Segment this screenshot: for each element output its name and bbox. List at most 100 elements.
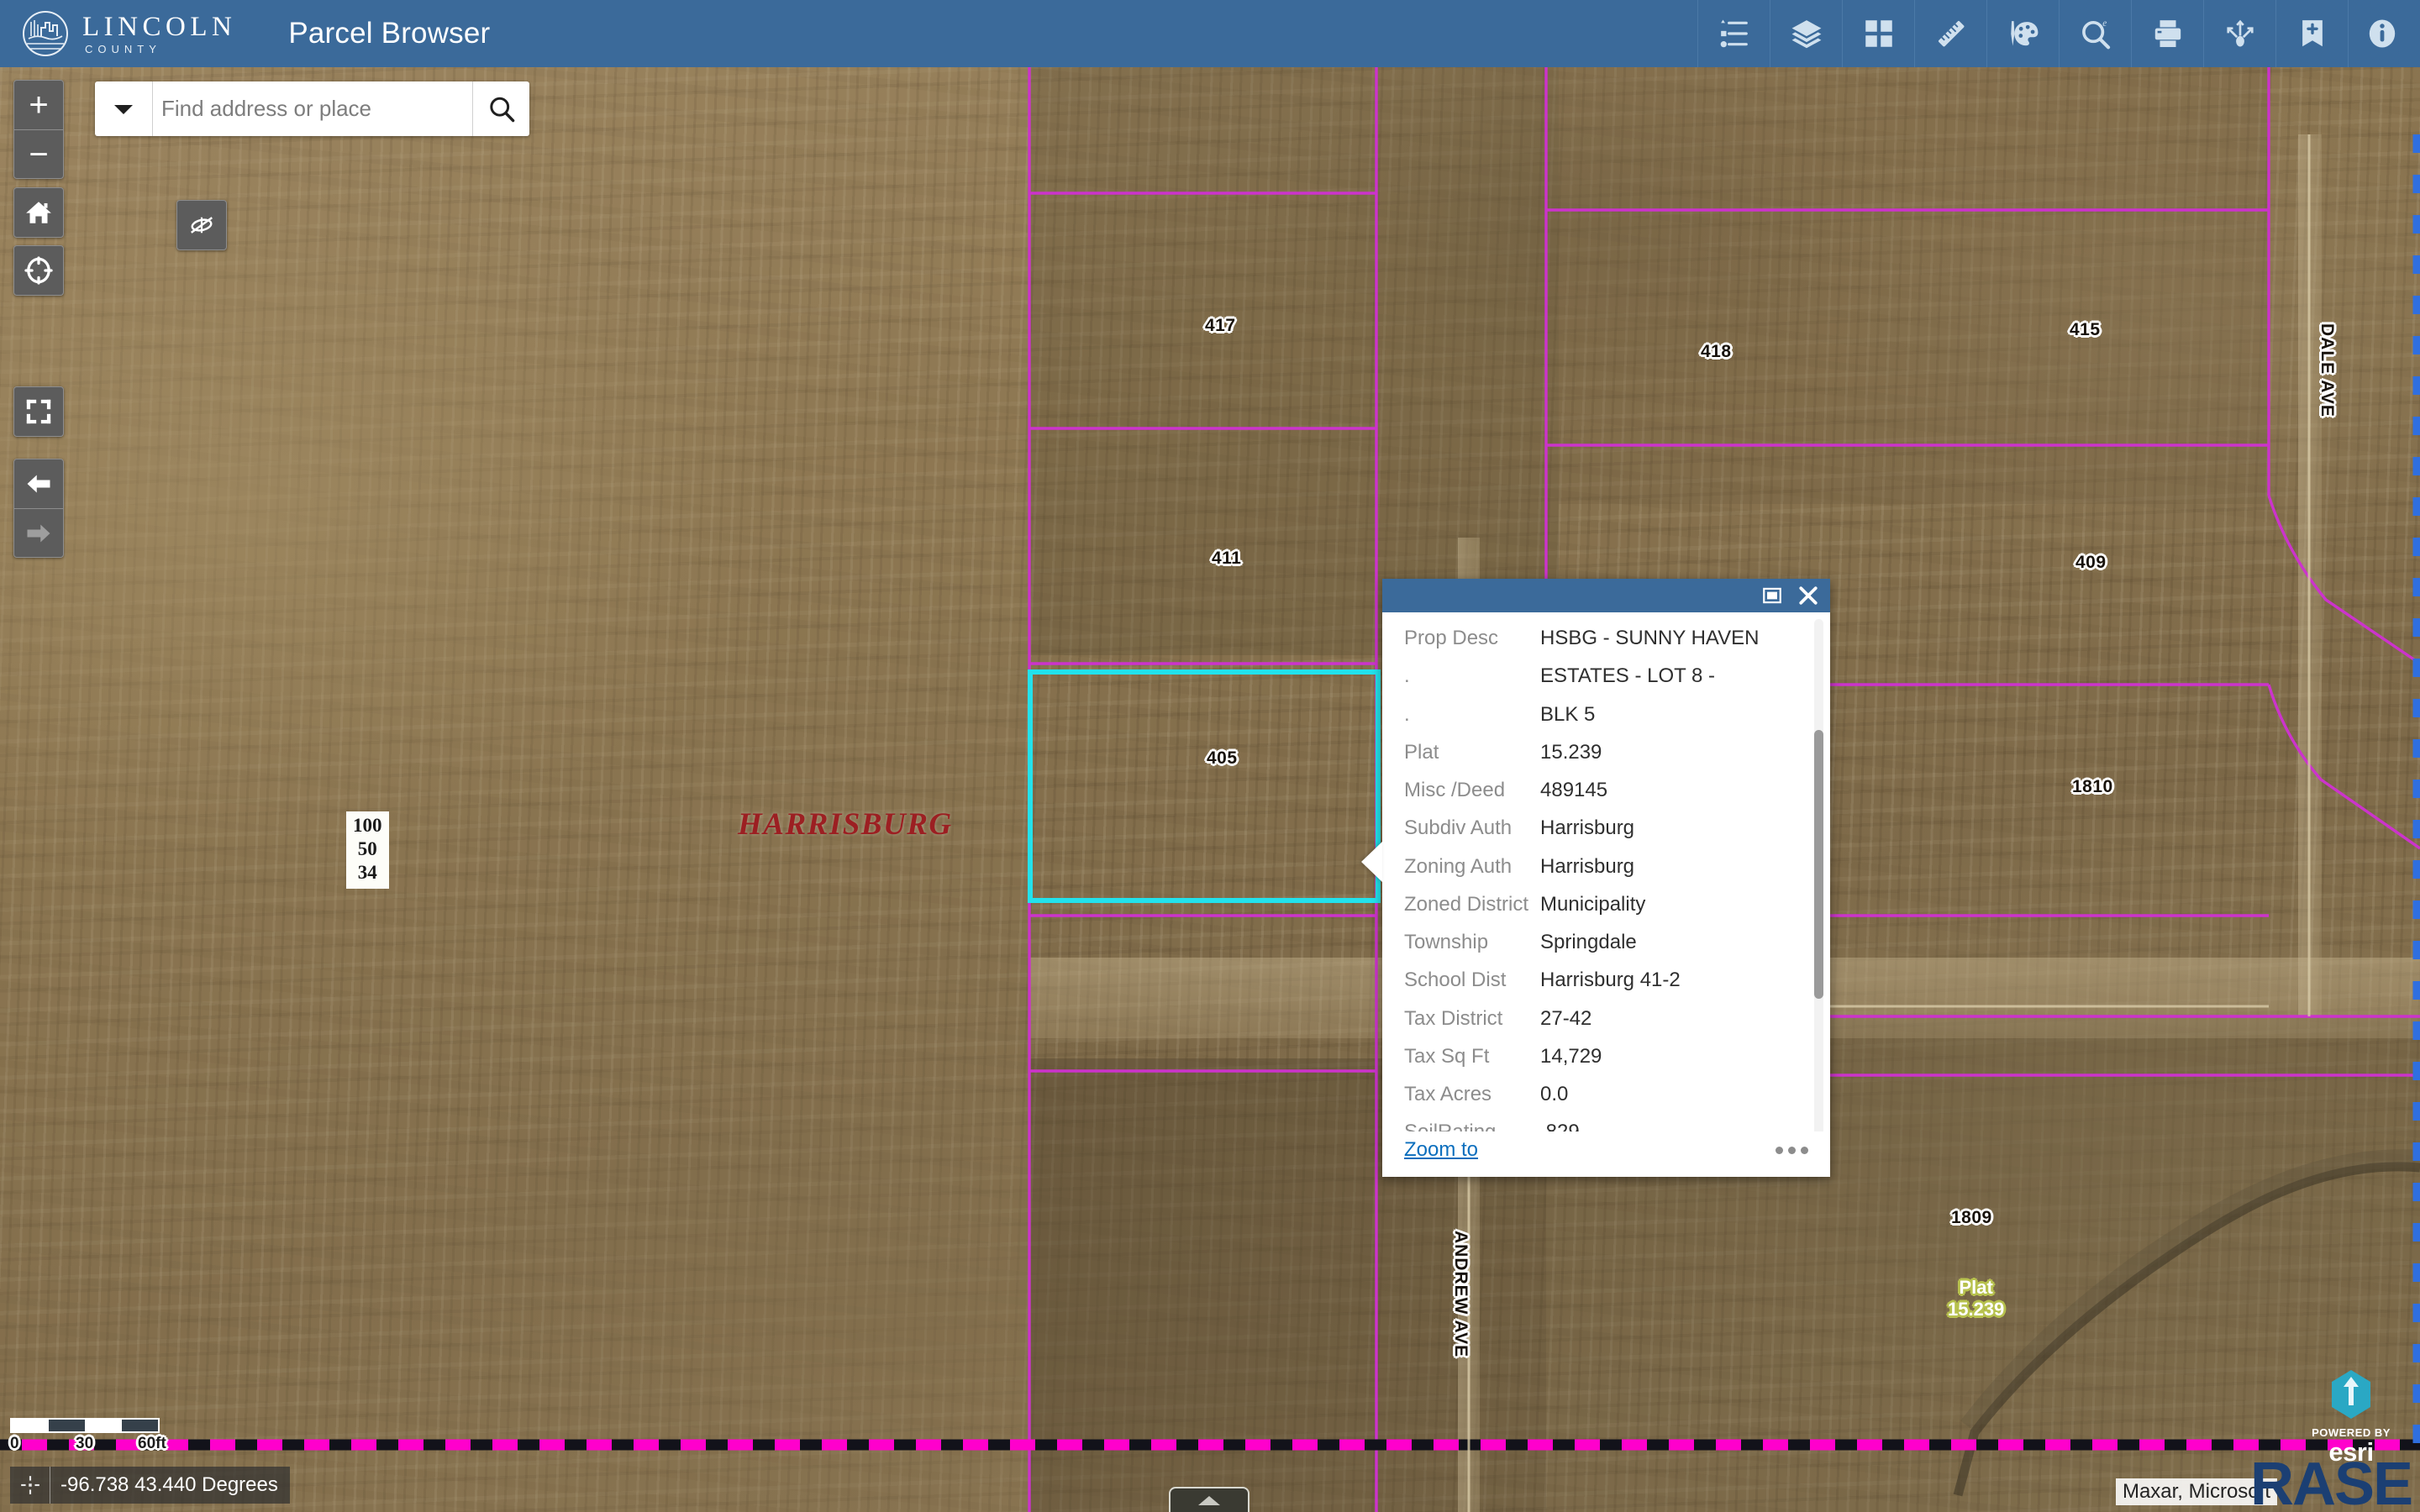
- bookmark-tool[interactable]: [2275, 0, 2348, 67]
- coordinate-widget[interactable]: -96.738 43.440 Degrees: [10, 1467, 290, 1504]
- city-limit-boundary: [0, 134, 2420, 1451]
- attribute-row: Prop Desc HSBG - SUNNY HAVEN: [1404, 626, 1805, 650]
- attribute-label: Subdiv Auth: [1404, 816, 1512, 840]
- legend-list-icon: [1720, 19, 1748, 48]
- info-tool[interactable]: [2348, 0, 2420, 67]
- parcel-vector-overlay: [0, 67, 2420, 1512]
- attribute-row: . BLK 5: [1404, 702, 1805, 727]
- header-toolbar: e: [1697, 0, 2420, 67]
- brand-name: LINCOLN: [82, 11, 237, 42]
- map-canvas[interactable]: 417 418 415 411 409 405 1810 1809 ANDREW AVE DAL…: [0, 67, 2420, 1512]
- popup-scrollbar[interactable]: [1814, 619, 1823, 1131]
- attribute-label: Township: [1404, 931, 1489, 954]
- attribute-value: Harrisburg: [1540, 816, 1635, 840]
- attribute-value: Harrisburg 41-2: [1540, 969, 1681, 992]
- brand: LINCOLN COUNTY: [0, 10, 236, 57]
- search-icon: [489, 97, 514, 122]
- full-extent-group: [13, 386, 64, 437]
- locate-button[interactable]: [14, 246, 63, 295]
- ellipsis-icon: [1788, 1146, 1796, 1154]
- bottom-panel-handle[interactable]: [1169, 1487, 1249, 1512]
- attribute-row: Township Springdale: [1404, 930, 1805, 954]
- attribute-value: 15.239: [1540, 740, 1602, 764]
- home-button[interactable]: [14, 188, 63, 237]
- attribute-label: Zoned District: [1404, 892, 1529, 916]
- attribute-label: Tax District: [1404, 1006, 1503, 1030]
- ruler-icon: [1938, 20, 1964, 47]
- popup-maximize-button[interactable]: [1761, 585, 1783, 606]
- plat-label: Plat 15.239: [1948, 1277, 2004, 1320]
- popup-close-button[interactable]: [1797, 584, 1820, 607]
- previous-extent-button[interactable]: [14, 459, 63, 508]
- zoom-control-group: + −: [13, 80, 64, 179]
- ellipsis-icon: [1776, 1146, 1783, 1154]
- layers-stack-icon: [1791, 20, 1821, 49]
- attribute-label: Prop Desc: [1404, 627, 1499, 649]
- zoom-out-button[interactable]: −: [14, 129, 63, 178]
- search-input[interactable]: [153, 81, 472, 136]
- print-tool[interactable]: [2131, 0, 2203, 67]
- popup-attribute-list: Prop Desc HSBG - SUNNY HAVEN. ESTATES - LO…: [1382, 626, 1830, 1131]
- popup-footer: Zoom to: [1382, 1131, 1830, 1177]
- parcel-info-popup[interactable]: Prop Desc HSBG - SUNNY HAVEN. ESTATES - LO…: [1361, 579, 1830, 1177]
- attribute-label: .: [1404, 702, 1410, 726]
- share-arrows-icon: [2226, 19, 2254, 47]
- measure-area-button[interactable]: [177, 201, 226, 249]
- popup-scroll-thumb[interactable]: [1814, 730, 1823, 999]
- search-submit-button[interactable]: [472, 81, 529, 136]
- creek-bank: [1960, 1149, 2420, 1432]
- attribute-row: Tax District 27-42: [1404, 1006, 1805, 1031]
- zoom-to-link[interactable]: Zoom to: [1404, 1138, 1478, 1162]
- arrow-right-icon: [27, 524, 50, 542]
- arrow-left-icon: [27, 475, 50, 493]
- chevron-up-icon: [1198, 1495, 1220, 1505]
- extent-history-group: [13, 459, 64, 558]
- info-circle-icon: [2369, 19, 2395, 48]
- attribute-value: 489145: [1540, 779, 1608, 802]
- attribute-label: Plat: [1404, 740, 1439, 764]
- full-extent-button[interactable]: [14, 387, 63, 436]
- zoom-in-label: +: [29, 87, 49, 123]
- attribute-row: School Dist Harrisburg 41-2: [1404, 968, 1805, 992]
- next-extent-button[interactable]: [14, 508, 63, 557]
- attribute-row: Tax Acres 0.0: [1404, 1082, 1805, 1106]
- page-title: Parcel Browser: [288, 17, 491, 50]
- search-source-selector[interactable]: [95, 81, 153, 136]
- attribute-label: .: [1404, 664, 1410, 688]
- attribute-label: Misc /Deed: [1404, 779, 1506, 802]
- popup-pointer: [1361, 842, 1382, 882]
- legend-tool[interactable]: [1697, 0, 1770, 67]
- popup-more-actions-button[interactable]: [1776, 1146, 1808, 1154]
- svg-text:e: e: [2102, 18, 2107, 29]
- attribute-row: Tax Sq Ft 14,729: [1404, 1044, 1805, 1068]
- attribute-row: Misc /Deed 489145: [1404, 778, 1805, 802]
- measure-tool[interactable]: [1914, 0, 1986, 67]
- measure-area-icon: [191, 217, 213, 234]
- share-tool[interactable]: [2203, 0, 2275, 67]
- popup-body: Prop Desc HSBG - SUNNY HAVEN. ESTATES - LO…: [1382, 612, 1830, 1131]
- attribute-value: 27-42: [1540, 1006, 1592, 1030]
- app-header: LINCOLN COUNTY Parcel Browser e: [0, 0, 2420, 67]
- attribute-label: Zoning Auth: [1404, 854, 1512, 878]
- attribute-value: Springdale: [1540, 931, 1637, 954]
- layers-tool[interactable]: [1770, 0, 1842, 67]
- chevron-down-icon: [114, 104, 133, 114]
- draw-tool[interactable]: [1986, 0, 2059, 67]
- home-extent-group: [13, 187, 64, 238]
- coordinate-toggle-button[interactable]: [10, 1467, 50, 1504]
- query-tool[interactable]: e: [2059, 0, 2131, 67]
- close-icon: [1799, 586, 1818, 605]
- attribute-label: Tax Sq Ft: [1404, 1044, 1490, 1068]
- basemap-tool[interactable]: [1842, 0, 1914, 67]
- attribute-value: Municipality: [1540, 892, 1646, 916]
- zoom-in-button[interactable]: +: [14, 81, 63, 129]
- attribute-label: Tax Acres: [1404, 1083, 1492, 1106]
- attribute-value: ESTATES - LOT 8 -: [1540, 664, 1716, 688]
- attribute-row: . ESTATES - LOT 8 -: [1404, 664, 1805, 688]
- coordinate-crosshair-icon: [20, 1476, 39, 1494]
- magnifier-e-icon: e: [2081, 18, 2110, 50]
- coordinate-readout: -96.738 43.440 Degrees: [60, 1473, 278, 1496]
- add-bookmark-icon: [2302, 20, 2323, 47]
- basemap-grid-icon: [1865, 20, 1892, 47]
- crosshair-locate-icon: [24, 256, 53, 285]
